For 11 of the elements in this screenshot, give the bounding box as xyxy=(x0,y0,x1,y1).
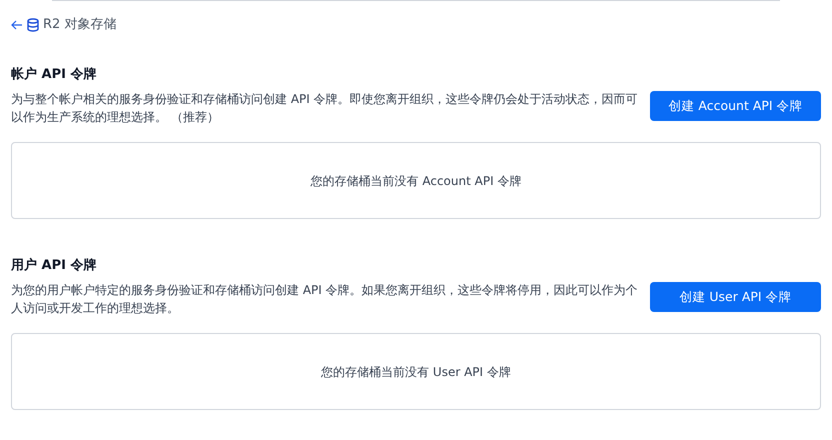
section-description: 为与整个帐户相关的服务身份验证和存储桶访问创建 API 令牌。即使您离开组织，这些令牌仍会处于活动状态，因而可以作为生产系统的理想选择。 （推荐） xyxy=(11,91,639,126)
empty-message: 您的存储桶当前没有 User API 令牌 xyxy=(321,364,511,380)
create-token-button[interactable]: 创建 Account API 令牌 xyxy=(650,91,821,121)
section-title: 用户 API 令牌 xyxy=(11,257,98,275)
create-token-button[interactable]: 创建 User API 令牌 xyxy=(650,282,821,312)
section-title: 帐户 API 令牌 xyxy=(11,66,98,84)
arrow-left-icon xyxy=(11,20,23,30)
database-icon xyxy=(27,18,39,32)
back-link[interactable]: R2 对象存储 xyxy=(11,15,116,35)
empty-message: 您的存储桶当前没有 Account API 令牌 xyxy=(310,172,522,190)
section-description: 为您的用户帐户特定的服务身份验证和存储桶访问创建 API 令牌。如果您离开组织，这些令牌将停用，因此可以作为个人访问或开发工作的理想选择。 xyxy=(11,282,639,317)
